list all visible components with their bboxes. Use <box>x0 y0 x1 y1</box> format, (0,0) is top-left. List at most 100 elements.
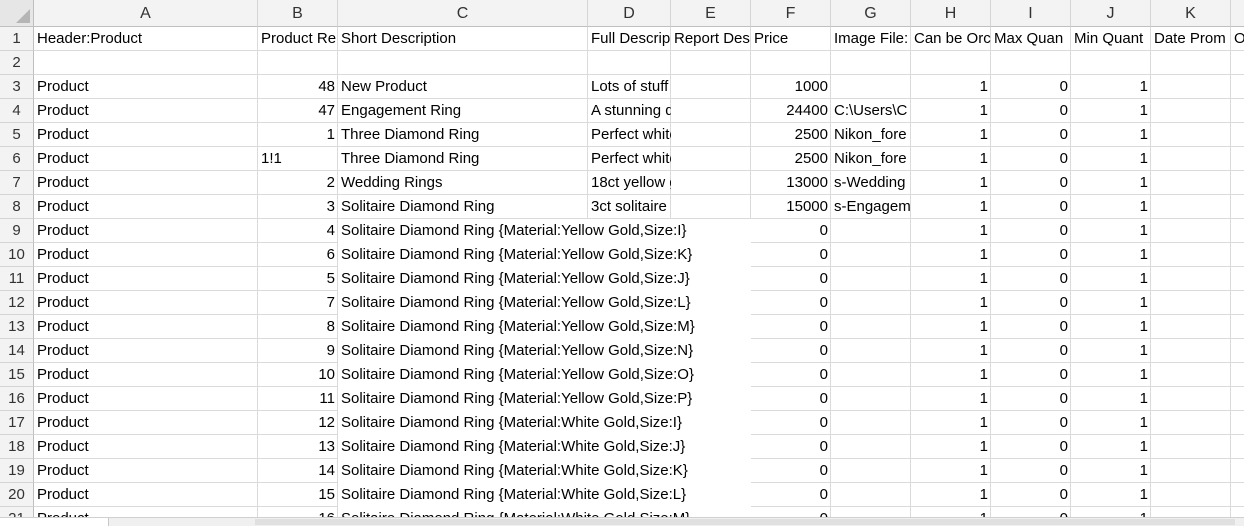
cell-a17[interactable]: Product <box>34 411 258 435</box>
cell-j18[interactable]: 1 <box>1071 435 1151 459</box>
cell-j1[interactable]: Min Quant <box>1071 27 1151 51</box>
cell-j4[interactable]: 1 <box>1071 99 1151 123</box>
row-header-10[interactable]: 10 <box>0 243 34 267</box>
cell-b4[interactable]: 47 <box>258 99 338 123</box>
cell-d1[interactable]: Full Descrip <box>588 27 671 51</box>
cell-j10[interactable]: 1 <box>1071 243 1151 267</box>
cell-b9[interactable]: 4 <box>258 219 338 243</box>
column-header-a[interactable]: A <box>34 0 258 27</box>
row-header-18[interactable]: 18 <box>0 435 34 459</box>
cell-a1[interactable]: Header:Product <box>34 27 258 51</box>
cell-i8[interactable]: 0 <box>991 195 1071 219</box>
cell-j14[interactable]: 1 <box>1071 339 1151 363</box>
cell-i12[interactable]: 0 <box>991 291 1071 315</box>
cell-k1[interactable]: Date Prom <box>1151 27 1231 51</box>
cell-f20[interactable]: 0 <box>751 483 831 507</box>
cell-c8[interactable]: Solitaire Diamond Ring <box>338 195 588 219</box>
cell-a5[interactable]: Product <box>34 123 258 147</box>
cell-j5[interactable]: 1 <box>1071 123 1151 147</box>
cell-b18[interactable]: 13 <box>258 435 338 459</box>
column-header-i[interactable]: I <box>991 0 1071 27</box>
cell-f3[interactable]: 1000 <box>751 75 831 99</box>
cell-f7[interactable]: 13000 <box>751 171 831 195</box>
select-all-button[interactable] <box>0 0 34 27</box>
cell-a18[interactable]: Product <box>34 435 258 459</box>
row-header-12[interactable]: 12 <box>0 291 34 315</box>
row-header-8[interactable]: 8 <box>0 195 34 219</box>
cell-g5[interactable]: Nikon_fore <box>831 123 911 147</box>
cell-c13[interactable]: Solitaire Diamond Ring {Material:Yellow … <box>338 315 751 339</box>
cell-f5[interactable]: 2500 <box>751 123 831 147</box>
row-header-3[interactable]: 3 <box>0 75 34 99</box>
cell-j16[interactable]: 1 <box>1071 387 1151 411</box>
cell-f10[interactable]: 0 <box>751 243 831 267</box>
cell-a9[interactable]: Product <box>34 219 258 243</box>
cell-h9[interactable]: 1 <box>911 219 991 243</box>
cell-c3[interactable]: New Product <box>338 75 588 99</box>
cell-h18[interactable]: 1 <box>911 435 991 459</box>
cell-j12[interactable]: 1 <box>1071 291 1151 315</box>
column-header-d[interactable]: D <box>588 0 671 27</box>
row-header-2[interactable]: 2 <box>0 51 34 75</box>
cell-c5[interactable]: Three Diamond Ring <box>338 123 588 147</box>
cell-b19[interactable]: 14 <box>258 459 338 483</box>
cell-e1[interactable]: Report Des <box>671 27 751 51</box>
cell-j17[interactable]: 1 <box>1071 411 1151 435</box>
cell-c20[interactable]: Solitaire Diamond Ring {Material:White G… <box>338 483 751 507</box>
cell-f6[interactable]: 2500 <box>751 147 831 171</box>
cell-i11[interactable]: 0 <box>991 267 1071 291</box>
cell-a13[interactable]: Product <box>34 315 258 339</box>
cell-f8[interactable]: 15000 <box>751 195 831 219</box>
row-header-1[interactable]: 1 <box>0 27 34 51</box>
row-header-20[interactable]: 20 <box>0 483 34 507</box>
cell-h7[interactable]: 1 <box>911 171 991 195</box>
cell-i14[interactable]: 0 <box>991 339 1071 363</box>
cell-l1[interactable]: O <box>1231 27 1244 51</box>
cell-h19[interactable]: 1 <box>911 459 991 483</box>
cell-c14[interactable]: Solitaire Diamond Ring {Material:Yellow … <box>338 339 751 363</box>
column-header-h[interactable]: H <box>911 0 991 27</box>
scrollbar-thumb[interactable] <box>255 519 1235 525</box>
cell-h13[interactable]: 1 <box>911 315 991 339</box>
cell-j15[interactable]: 1 <box>1071 363 1151 387</box>
cell-h8[interactable]: 1 <box>911 195 991 219</box>
cell-f13[interactable]: 0 <box>751 315 831 339</box>
row-header-19[interactable]: 19 <box>0 459 34 483</box>
cell-c17[interactable]: Solitaire Diamond Ring {Material:White G… <box>338 411 751 435</box>
cell-a19[interactable]: Product <box>34 459 258 483</box>
cell-g4[interactable]: C:\Users\C <box>831 99 911 123</box>
cell-f19[interactable]: 0 <box>751 459 831 483</box>
cell-i16[interactable]: 0 <box>991 387 1071 411</box>
row-header-6[interactable]: 6 <box>0 147 34 171</box>
cell-a14[interactable]: Product <box>34 339 258 363</box>
column-header-c[interactable]: C <box>338 0 588 27</box>
cell-j20[interactable]: 1 <box>1071 483 1151 507</box>
cell-b17[interactable]: 12 <box>258 411 338 435</box>
cell-h20[interactable]: 1 <box>911 483 991 507</box>
cell-i5[interactable]: 0 <box>991 123 1071 147</box>
cell-h11[interactable]: 1 <box>911 267 991 291</box>
cell-c19[interactable]: Solitaire Diamond Ring {Material:White G… <box>338 459 751 483</box>
cell-b15[interactable]: 10 <box>258 363 338 387</box>
cell-a6[interactable]: Product <box>34 147 258 171</box>
cell-f18[interactable]: 0 <box>751 435 831 459</box>
cell-b8[interactable]: 3 <box>258 195 338 219</box>
cell-h15[interactable]: 1 <box>911 363 991 387</box>
row-header-11[interactable]: 11 <box>0 267 34 291</box>
cell-c18[interactable]: Solitaire Diamond Ring {Material:White G… <box>338 435 751 459</box>
cell-b16[interactable]: 11 <box>258 387 338 411</box>
cell-i18[interactable]: 0 <box>991 435 1071 459</box>
cell-f14[interactable]: 0 <box>751 339 831 363</box>
cell-j19[interactable]: 1 <box>1071 459 1151 483</box>
cell-d3[interactable]: Lots of stuff <Actinic:V <box>588 75 671 99</box>
cell-b13[interactable]: 8 <box>258 315 338 339</box>
cell-c11[interactable]: Solitaire Diamond Ring {Material:Yellow … <box>338 267 751 291</box>
cell-c4[interactable]: Engagement Ring <box>338 99 588 123</box>
cell-b1[interactable]: Product Re <box>258 27 338 51</box>
cell-i13[interactable]: 0 <box>991 315 1071 339</box>
cell-j3[interactable]: 1 <box>1071 75 1151 99</box>
cell-f16[interactable]: 0 <box>751 387 831 411</box>
cell-i15[interactable]: 0 <box>991 363 1071 387</box>
cell-g1[interactable]: Image File: <box>831 27 911 51</box>
cell-i17[interactable]: 0 <box>991 411 1071 435</box>
